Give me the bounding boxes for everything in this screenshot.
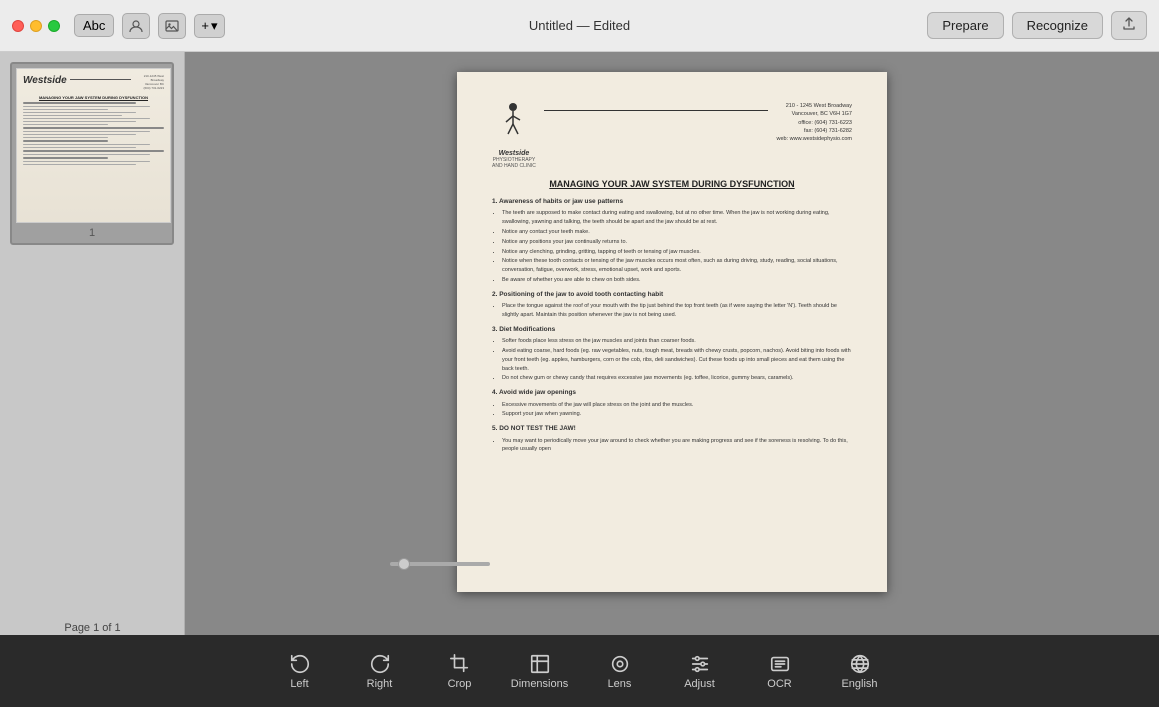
sidebar: Westside 210-1245 West BroadwayVancouver… <box>0 52 185 635</box>
adjust-button[interactable]: Adjust <box>660 635 740 707</box>
titlebar-right: Prepare Recognize <box>927 11 1159 40</box>
adjust-icon <box>689 653 711 675</box>
add-chevron: ▾ <box>211 18 218 34</box>
section-4-item-2: Support your jaw when yawning. <box>502 410 852 419</box>
section-5: 5. DO NOT TEST THE JAW! You may want to … <box>492 424 852 454</box>
text-tool-button[interactable]: Abc <box>74 14 114 37</box>
section-1-item-4: Notice any clenching, grinding, gritting… <box>502 248 852 257</box>
crop-button[interactable]: Crop <box>420 635 500 707</box>
document-page: Westside PHYSIOTHERAPYAND HAND CLINIC 21… <box>457 72 887 592</box>
adjust-label: Adjust <box>684 678 715 690</box>
ocr-icon <box>769 653 791 675</box>
crop-label: Crop <box>448 678 472 690</box>
lens-label: Lens <box>608 678 632 690</box>
rotate-left-label: Left <box>290 678 308 690</box>
section-4-list: Excessive movements of the jaw will plac… <box>492 401 852 420</box>
page-thumbnail[interactable]: Westside 210-1245 West BroadwayVancouver… <box>10 62 174 245</box>
section-1-title: 1. Awareness of habits or jaw use patter… <box>492 197 623 207</box>
titlebar: Abc + ▾ Untitled — Edited Prepare Recogn… <box>0 0 1159 52</box>
section-2: 2. Positioning of the jaw to avoid tooth… <box>492 290 852 320</box>
image-icon <box>165 19 179 33</box>
header-divider <box>544 110 769 111</box>
rotate-right-button[interactable]: Right <box>340 635 420 707</box>
section-4: 4. Avoid wide jaw openings Excessive mov… <box>492 388 852 419</box>
add-icon: + <box>201 18 209 33</box>
traffic-lights <box>12 20 60 32</box>
document-title: MANAGING YOUR JAW SYSTEM DURING DYSFUNCT… <box>492 179 852 189</box>
recognize-button[interactable]: Recognize <box>1012 12 1103 39</box>
section-3-item-1: Softer foods place less stress on the ja… <box>502 337 852 346</box>
section-4-item-1: Excessive movements of the jaw will plac… <box>502 401 852 410</box>
section-2-title: 2. Positioning of the jaw to avoid tooth… <box>492 290 663 300</box>
section-2-item-1: Place the tongue against the roof of you… <box>502 302 852 320</box>
logo-graphic <box>496 102 531 147</box>
page-info: Page 1 of 1 <box>0 622 185 634</box>
thumbnail-image: Westside 210-1245 West BroadwayVancouver… <box>16 68 171 223</box>
image-icon-button[interactable] <box>158 13 186 39</box>
scroll-track[interactable] <box>390 562 490 566</box>
titlebar-left: Abc + ▾ <box>0 13 225 39</box>
rotate-right-label: Right <box>367 678 393 690</box>
section-1-item-3: Notice any positions your jaw continuall… <box>502 238 852 247</box>
section-3-item-2: Avoid eating coarse, hard foods (eg. raw… <box>502 347 852 373</box>
section-4-title: 4. Avoid wide jaw openings <box>492 388 576 398</box>
add-button[interactable]: + ▾ <box>194 14 224 38</box>
prepare-button[interactable]: Prepare <box>927 12 1003 39</box>
crop-icon <box>449 653 471 675</box>
section-3-title: 3. Diet Modifications <box>492 325 555 335</box>
contact-icon <box>129 19 143 33</box>
section-3-list: Softer foods place less stress on the ja… <box>492 337 852 383</box>
share-button[interactable] <box>1111 11 1147 40</box>
section-2-list: Place the tongue against the roof of you… <box>492 302 852 320</box>
section-5-title: 5. DO NOT TEST THE JAW! <box>492 424 576 434</box>
section-5-list: You may want to periodically move your j… <box>492 437 852 455</box>
globe-icon <box>849 653 871 675</box>
contact-icon-button[interactable] <box>122 13 150 39</box>
company-name: Westside <box>499 150 530 157</box>
main-area: Westside 210-1245 West BroadwayVancouver… <box>0 52 1159 635</box>
scroll-thumb[interactable] <box>398 558 410 570</box>
rotate-left-icon <box>289 653 311 675</box>
lens-icon <box>609 653 631 675</box>
document-viewer[interactable]: Westside PHYSIOTHERAPYAND HAND CLINIC 21… <box>185 52 1159 635</box>
minimize-button[interactable] <box>30 20 42 32</box>
section-5-item-1: You may want to periodically move your j… <box>502 437 852 455</box>
section-1-list: The teeth are supposed to make contact d… <box>492 209 852 284</box>
maximize-button[interactable] <box>48 20 60 32</box>
close-button[interactable] <box>12 20 24 32</box>
share-icon <box>1122 17 1136 31</box>
section-3-item-3: Do not chew gum or chewy candy that requ… <box>502 374 852 383</box>
section-1: 1. Awareness of habits or jaw use patter… <box>492 197 852 285</box>
window-title: Untitled — Edited <box>529 18 630 33</box>
dimensions-label: Dimensions <box>511 678 568 690</box>
ocr-label: OCR <box>767 678 791 690</box>
page-number: 1 <box>16 227 168 239</box>
rotate-left-button[interactable]: Left <box>260 635 340 707</box>
logo-icon <box>496 102 531 150</box>
title-text: Untitled — Edited <box>529 18 630 33</box>
section-1-item-2: Notice any contact your teeth make. <box>502 228 852 237</box>
dimensions-button[interactable]: Dimensions <box>500 635 580 707</box>
company-logo: Westside PHYSIOTHERAPYAND HAND CLINIC <box>492 102 536 169</box>
bottom-toolbar: Left Right Crop Dimensions Lens <box>0 635 1159 707</box>
section-3: 3. Diet Modifications Softer foods place… <box>492 325 852 383</box>
lens-button[interactable]: Lens <box>580 635 660 707</box>
language-label: English <box>841 678 877 690</box>
rotate-right-icon <box>369 653 391 675</box>
text-tool-label: Abc <box>83 18 105 33</box>
scroll-area <box>370 555 1159 573</box>
section-1-item-5: Notice when these tooth contacts or tens… <box>502 257 852 275</box>
company-tagline: PHYSIOTHERAPYAND HAND CLINIC <box>492 157 536 169</box>
document-body: 1. Awareness of habits or jaw use patter… <box>492 197 852 454</box>
section-1-item-1: The teeth are supposed to make contact d… <box>502 209 852 227</box>
ocr-button[interactable]: OCR <box>740 635 820 707</box>
section-1-item-6: Be aware of whether you are able to chew… <box>502 276 852 285</box>
dimensions-icon <box>529 653 551 675</box>
language-button[interactable]: English <box>820 635 900 707</box>
company-address: 210 - 1245 West Broadway Vancouver, BC V… <box>776 102 852 143</box>
